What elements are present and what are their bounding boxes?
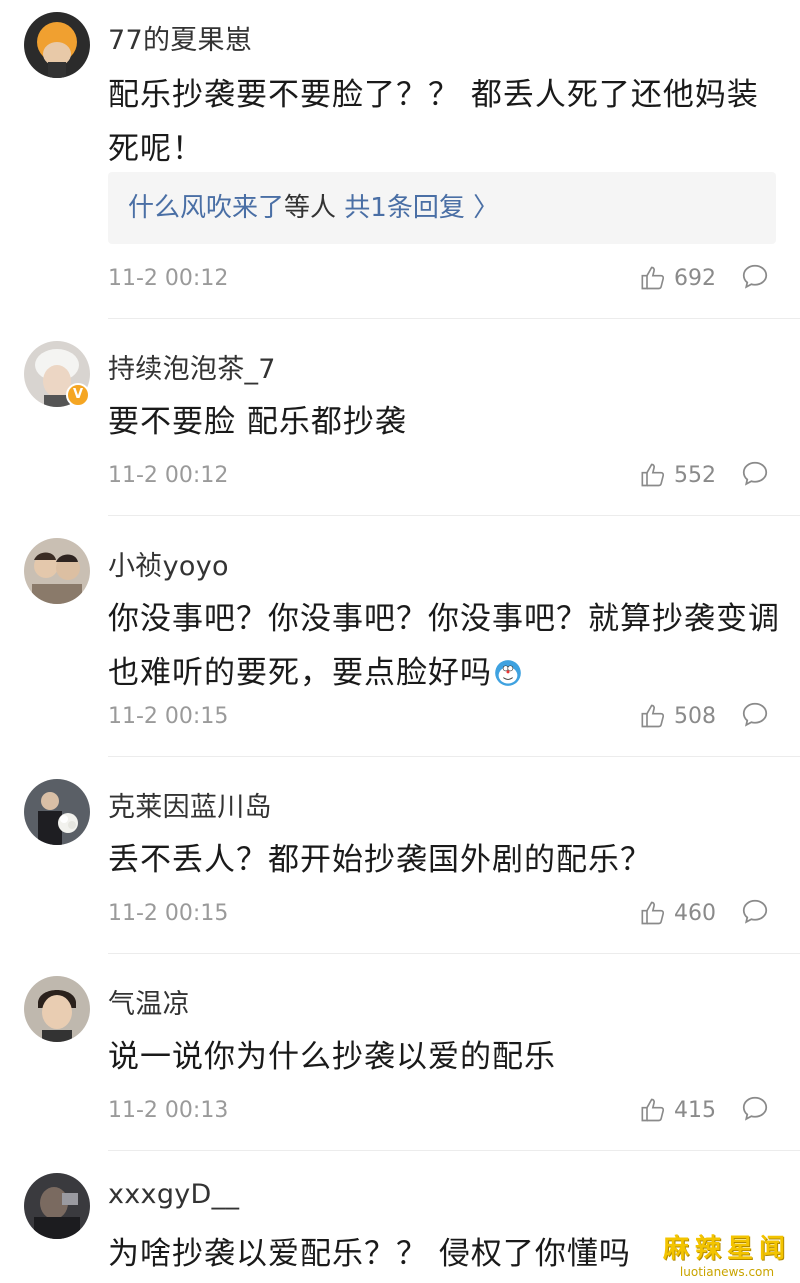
like-button[interactable]: 552 (640, 459, 716, 491)
username[interactable]: 小祯yoyo (108, 544, 229, 583)
like-count: 460 (674, 900, 716, 926)
like-count: 692 (674, 265, 716, 291)
timestamp: 11-2 00:12 (108, 463, 229, 488)
timestamp: 11-2 00:13 (108, 1098, 229, 1123)
comment-text: 要不要脸 配乐都抄袭 (108, 404, 407, 440)
thumbs-up-icon (641, 901, 665, 925)
reply-username[interactable]: 什么风吹来了 (128, 193, 284, 223)
watermark-logo: 麻辣星闻 (662, 1234, 791, 1264)
username[interactable]: 气温凉 (108, 982, 190, 1021)
like-button[interactable]: 508 (640, 700, 716, 732)
comment-item: 克莱因蓝川岛 丢不丢人？都开始抄袭国外剧的配乐？ 11-2 00:15 460 (0, 757, 800, 953)
avatar[interactable] (24, 12, 90, 78)
username[interactable]: 77的夏果崽 (108, 18, 252, 57)
like-button[interactable]: 692 (640, 262, 716, 294)
comment-item: 小祯yoyo 你没事吧？你没事吧？你没事吧？就算抄袭变调也难听的要死，要点脸好吗… (0, 516, 800, 756)
verified-badge: V (66, 383, 90, 407)
like-count: 415 (674, 1097, 716, 1123)
comment-text: 你没事吧？你没事吧？你没事吧？就算抄袭变调也难听的要死，要点脸好吗 (108, 592, 788, 700)
comment-item: 77的夏果崽 配乐抄袭要不要脸了？？ 都丢人死了还他妈装死呢！ 什么风吹来了等人… (0, 0, 800, 318)
like-button[interactable]: 460 (640, 897, 716, 929)
reply-preview[interactable]: 什么风吹来了等人 共1条回复 〉 (108, 172, 776, 244)
comment-bubble-icon[interactable] (740, 262, 770, 292)
comment-bubble-icon[interactable] (740, 897, 770, 927)
username[interactable]: xxxgyD__ (108, 1179, 239, 1210)
comment-bubble-icon[interactable] (740, 459, 770, 489)
thumbs-up-icon (641, 1098, 665, 1122)
username[interactable]: 克莱因蓝川岛 (108, 785, 272, 824)
timestamp: 11-2 00:12 (108, 266, 229, 291)
comment-bubble-icon[interactable] (740, 700, 770, 730)
username[interactable]: 持续泡泡茶_7 (108, 347, 276, 386)
reply-count-link[interactable]: 共1条回复 〉 (344, 193, 499, 223)
thumbs-up-icon (641, 266, 665, 290)
timestamp: 11-2 00:15 (108, 704, 229, 729)
doraemon-emoji-icon (495, 660, 521, 686)
comment-item: 气温凉 说一说你为什么抄袭以爱的配乐 11-2 00:13 415 (0, 954, 800, 1150)
like-count: 508 (674, 703, 716, 729)
comment-text: 丢不丢人？都开始抄袭国外剧的配乐？ (108, 842, 652, 878)
avatar[interactable] (24, 779, 90, 845)
avatar[interactable] (24, 538, 90, 604)
thumbs-up-icon (641, 463, 665, 487)
comment-text: 配乐抄袭要不要脸了？？ 都丢人死了还他妈装死呢！ (108, 77, 759, 167)
comment-text: 说一说你为什么抄袭以爱的配乐 (108, 1039, 556, 1075)
reply-others: 等人 (284, 193, 337, 223)
avatar[interactable] (24, 976, 90, 1042)
timestamp: 11-2 00:15 (108, 901, 229, 926)
watermark-url: luotianews.com (679, 1265, 775, 1279)
site-watermark: 麻辣星闻 luotianews.com (662, 1228, 792, 1279)
comment-item: V 持续泡泡茶_7 要不要脸 配乐都抄袭 11-2 00:12 552 (0, 319, 800, 515)
like-button[interactable]: 415 (640, 1094, 716, 1126)
thumbs-up-icon (641, 704, 665, 728)
like-count: 552 (674, 462, 716, 488)
avatar[interactable] (24, 1173, 90, 1239)
comment-text-body: 你没事吧？你没事吧？你没事吧？就算抄袭变调也难听的要死，要点脸好吗 (108, 601, 780, 691)
comment-bubble-icon[interactable] (740, 1094, 770, 1124)
